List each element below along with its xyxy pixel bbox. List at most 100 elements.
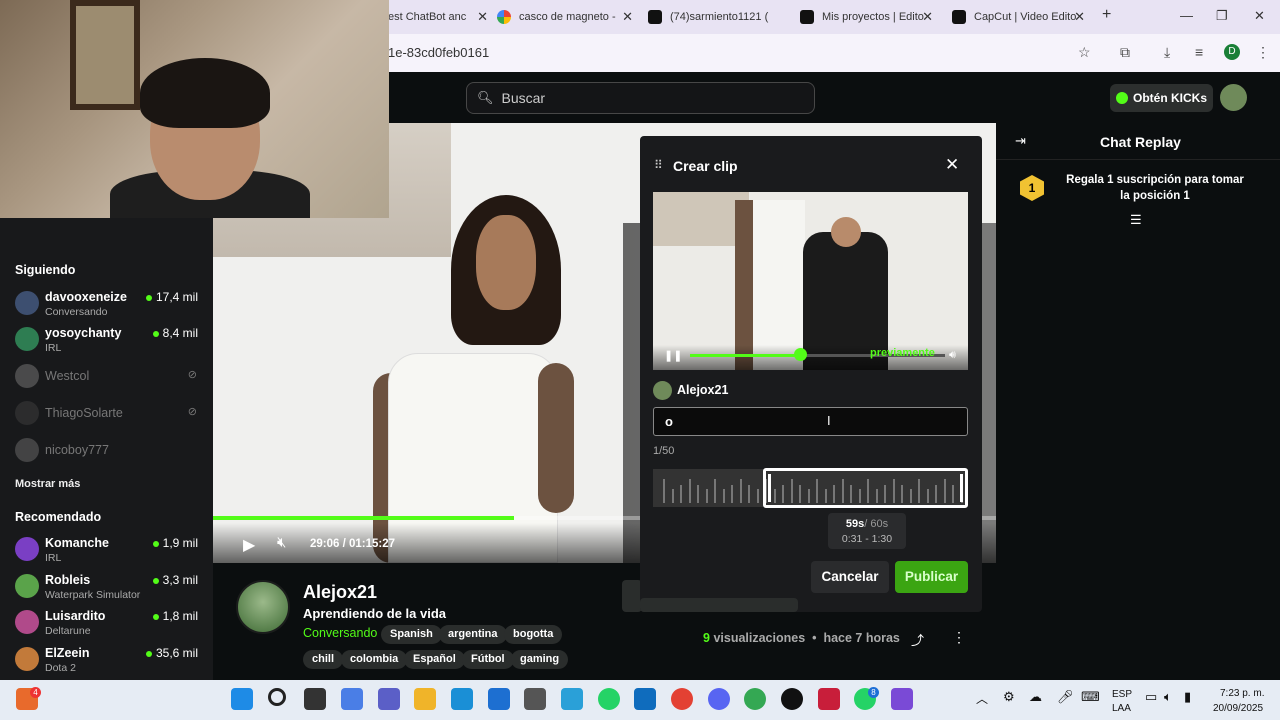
play-icon[interactable]: ▶ [243, 535, 255, 555]
search-input[interactable]: 🔍︎ Buscar [466, 82, 815, 114]
tag-futbol[interactable]: Fútbol [462, 650, 514, 669]
cloud-icon[interactable]: ☁ [1029, 689, 1042, 705]
following-title: Siguiendo [15, 263, 76, 277]
avatar [15, 647, 39, 671]
preview-seek-handle[interactable] [793, 348, 807, 361]
tag-spanish[interactable]: Spanish [381, 625, 442, 644]
pause-icon[interactable]: ❚❚ [664, 349, 682, 362]
sidebar-item-nicoboy777[interactable]: nicoboy777 [15, 434, 205, 466]
clip-title-input[interactable]: o [653, 407, 968, 436]
sidebar-item-davooxeneize[interactable]: davooxeneize Conversando 17,4 mil [15, 287, 205, 319]
battery-icon[interactable]: ▮ [1184, 689, 1191, 705]
minimize-icon[interactable]: — [1180, 8, 1193, 23]
volume-icon[interactable]: 🔊︎ [949, 349, 956, 362]
browser-tab-tiktok[interactable]: (74)sarmiento1121 ( [648, 4, 782, 30]
search-taskbar-icon[interactable] [268, 688, 286, 706]
show-more-link[interactable]: Mostrar más [15, 478, 80, 490]
app-icon[interactable] [818, 688, 840, 710]
profile-avatar[interactable]: D [1224, 44, 1240, 60]
app-icon[interactable] [891, 688, 913, 710]
tray-chevron-icon[interactable]: ︿ [976, 690, 988, 707]
waveform-bar [739, 479, 742, 503]
clock-time[interactable]: 7:23 p. m. [1220, 688, 1264, 699]
chrome-icon[interactable] [671, 688, 693, 710]
store-icon[interactable] [488, 688, 510, 710]
volume-icon[interactable]: 🔈︎ [1164, 689, 1172, 705]
vscode-icon[interactable] [561, 688, 583, 710]
media-control-icon[interactable]: ≡ [1195, 44, 1203, 60]
tag-argentina[interactable]: argentina [439, 625, 507, 644]
app-icon[interactable] [524, 688, 546, 710]
cancel-button[interactable]: Cancelar [811, 561, 889, 593]
network-icon[interactable]: ▭ [1145, 689, 1157, 705]
action-button[interactable] [622, 580, 642, 612]
gift-sub-message[interactable]: Regala 1 suscripción para tomar la posic… [1060, 172, 1250, 204]
file-explorer-icon[interactable] [414, 688, 436, 710]
download-icon[interactable]: ⤓ [1164, 44, 1170, 61]
tag-colombia[interactable]: colombia [341, 650, 408, 669]
close-window-icon[interactable]: ✕ [1254, 8, 1265, 24]
sidebar-item-komanche[interactable]: Komanche IRL 1,9 mil [15, 533, 205, 565]
close-tab-icon[interactable]: ✕ [477, 9, 488, 25]
sidebar-item-luisardito[interactable]: Luisardito Deltarune 1,8 mil [15, 606, 205, 638]
collapse-chat-icon[interactable]: ⇥ [1015, 133, 1026, 149]
mute-icon[interactable]: 🔇︎ [277, 534, 286, 551]
sidebar-item-yosoychanty[interactable]: yosoychanty IRL 8,4 mil [15, 323, 205, 355]
restore-icon[interactable]: ❐ [1216, 8, 1228, 24]
language-indicator[interactable]: ESP [1112, 689, 1132, 700]
tag-chill[interactable]: chill [303, 650, 344, 669]
publish-button[interactable]: Publicar [895, 561, 968, 593]
new-tab-button[interactable]: + [1102, 6, 1111, 24]
user-avatar[interactable] [1220, 84, 1247, 111]
tag-gaming[interactable]: gaming [511, 650, 569, 669]
task-view-icon[interactable] [304, 688, 326, 710]
region-indicator[interactable]: LAA [1112, 703, 1131, 714]
stream-category[interactable]: Conversando [303, 626, 377, 640]
get-kicks-button[interactable]: Obtén KICKs [1110, 84, 1213, 112]
close-tab-icon[interactable]: ✕ [1074, 9, 1085, 25]
bookmark-star-icon[interactable]: ☆ [1078, 44, 1091, 61]
sidebar-item-thiagosolarte[interactable]: ThiagoSolarte ⊘ [15, 397, 205, 429]
channel-avatar[interactable] [236, 580, 290, 634]
sidebar-item-robleis[interactable]: Robleis Waterpark Simulator 3,3 mil [15, 570, 205, 602]
browser-tab-capcut-editor[interactable]: CapCut | Video Edito ✕ [952, 4, 1085, 30]
tray-icon[interactable]: ⚙ [1003, 689, 1015, 705]
close-tab-icon[interactable]: ✕ [922, 9, 933, 25]
trim-end-handle[interactable] [960, 474, 963, 502]
microphone-icon[interactable]: 🎤︎ [1057, 689, 1074, 705]
drag-handle-icon[interactable]: ⠿ [654, 158, 663, 172]
edge-icon[interactable] [451, 688, 473, 710]
url-field[interactable]: 1e-83cd0feb0161 [388, 45, 489, 60]
copilot-icon[interactable] [341, 688, 363, 710]
trim-start-handle[interactable] [768, 474, 771, 502]
sidebar-item-elzeein[interactable]: ElZeein Dota 2 35,6 mil [15, 643, 205, 675]
extensions-icon[interactable]: ⧉ [1120, 44, 1130, 61]
discord-icon[interactable] [708, 688, 730, 710]
tag-espanol[interactable]: Español [404, 650, 465, 669]
menu-kebab-icon[interactable]: ⋮ [1256, 44, 1270, 61]
filter-icon[interactable]: ☰ [1130, 212, 1142, 228]
browser-tab-capcut-projects[interactable]: Mis proyectos | Edito ✕ [800, 4, 933, 30]
share-icon[interactable]: ⤴ [911, 630, 924, 649]
clip-selection-range[interactable] [763, 468, 968, 508]
close-tab-icon[interactable]: ✕ [622, 9, 633, 25]
waveform-bar [688, 479, 691, 503]
channel-name-title[interactable]: Alejox21 [303, 582, 377, 603]
offline-icon: ⊘ [187, 406, 197, 418]
browser-tab-chatbot[interactable]: est ChatBot anc ✕ [388, 4, 488, 30]
live-dot-icon [145, 294, 152, 301]
whatsapp-icon[interactable] [598, 688, 620, 710]
clock-date[interactable]: 20/09/2025 [1213, 703, 1263, 714]
tag-bogotta[interactable]: bogotta [504, 625, 563, 644]
sidebar-item-westcol[interactable]: Westcol ⊘ [15, 360, 205, 392]
more-options-icon[interactable]: ⋮ [952, 629, 966, 646]
app-icon[interactable] [781, 688, 803, 710]
close-icon[interactable]: ✕ [945, 155, 959, 175]
keyboard-icon[interactable]: ⌨ [1081, 689, 1100, 705]
chrome-profile-icon[interactable] [744, 688, 766, 710]
browser-tab-google[interactable]: casco de magneto - ✕ [497, 4, 633, 30]
teams-icon[interactable] [378, 688, 400, 710]
windows-start-icon[interactable] [231, 688, 253, 710]
outlook-icon[interactable] [634, 688, 656, 710]
clip-preview[interactable] [653, 192, 968, 370]
